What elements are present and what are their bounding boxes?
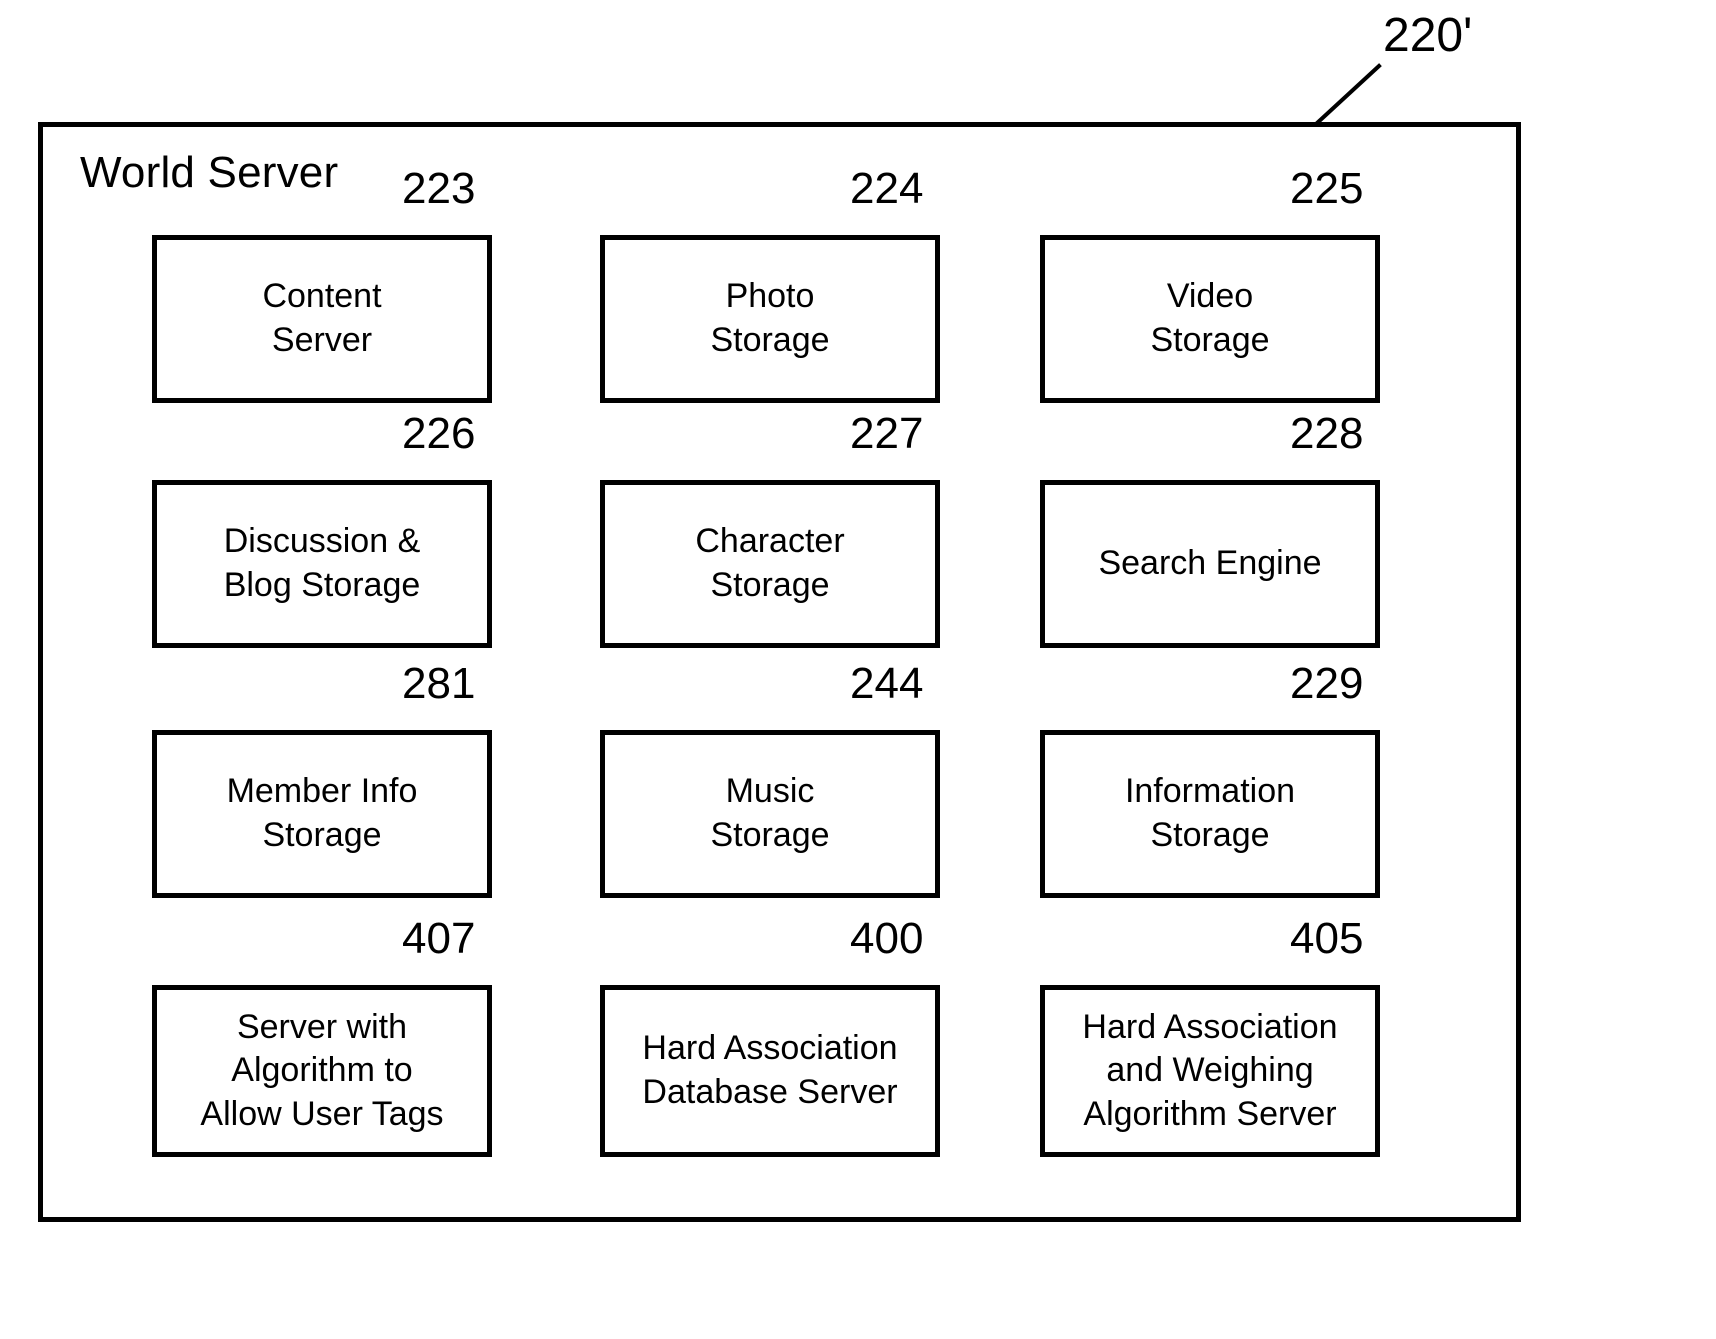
module-box-224: Photo Storage: [600, 235, 940, 403]
module-label-227: Character Storage: [695, 522, 845, 604]
reference-number-407: 407: [402, 914, 476, 963]
leader-line-220: [1313, 63, 1382, 127]
reference-number-223: 223: [402, 164, 476, 213]
reference-number-227: 227: [850, 409, 924, 458]
reference-number-281: 281: [402, 659, 476, 708]
reference-number-224: 224: [850, 164, 924, 213]
page-title: World Server: [80, 148, 339, 197]
module-box-228: Search Engine: [1040, 480, 1380, 648]
module-box-229: Information Storage: [1040, 730, 1380, 898]
module-box-223: Content Server: [152, 235, 492, 403]
module-label-223: Content Server: [262, 277, 382, 359]
reference-number-405: 405: [1290, 914, 1364, 963]
module-box-400: Hard Association Database Server: [600, 985, 940, 1157]
module-label-407: Server with Algorithm to Allow User Tags: [200, 1007, 444, 1133]
reference-number-229: 229: [1290, 659, 1364, 708]
module-label-224: Photo Storage: [710, 277, 830, 359]
module-label-225: Video Storage: [1150, 277, 1270, 359]
reference-number-400: 400: [850, 914, 924, 963]
reference-number-226: 226: [402, 409, 476, 458]
module-label-226: Discussion & Blog Storage: [223, 522, 421, 604]
module-label-228: Search Engine: [1098, 544, 1322, 583]
module-box-407: Server with Algorithm to Allow User Tags: [152, 985, 492, 1157]
module-box-226: Discussion & Blog Storage: [152, 480, 492, 648]
patent-figure: World Server 220' Content Server 223 Photo…: [0, 0, 1716, 1339]
reference-number-244: 244: [850, 659, 924, 708]
module-label-405: Hard Association and Weighing Algorithm …: [1082, 1007, 1338, 1133]
module-box-405: Hard Association and Weighing Algorithm …: [1040, 985, 1380, 1157]
module-box-227: Character Storage: [600, 480, 940, 648]
module-label-244: Music Storage: [710, 772, 830, 854]
reference-number-220: 220': [1383, 9, 1473, 62]
reference-number-225: 225: [1290, 164, 1364, 213]
module-label-281: Member Info Storage: [226, 772, 418, 854]
module-box-281: Member Info Storage: [152, 730, 492, 898]
module-label-400: Hard Association Database Server: [642, 1029, 898, 1111]
module-box-244: Music Storage: [600, 730, 940, 898]
reference-number-228: 228: [1290, 409, 1364, 458]
module-box-225: Video Storage: [1040, 235, 1380, 403]
module-label-229: Information Storage: [1124, 772, 1296, 854]
